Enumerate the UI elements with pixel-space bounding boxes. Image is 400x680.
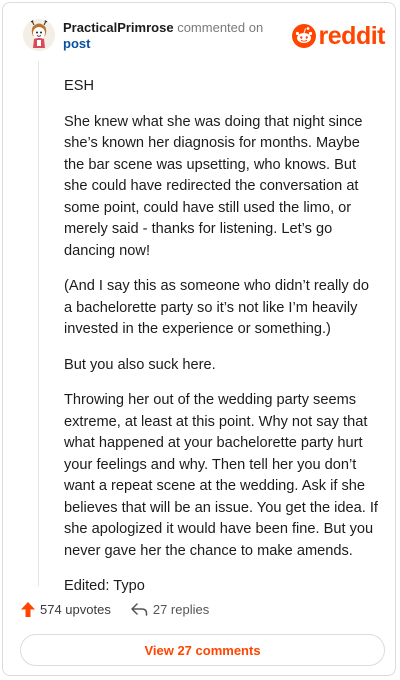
comment-paragraph: She knew what she was doing that night s… — [64, 113, 363, 259]
replies-button[interactable]: 27 replies — [131, 602, 209, 617]
comment-meta: PracticalPrimrose commented on post — [63, 20, 263, 52]
reddit-logo-icon — [291, 24, 316, 48]
username-link[interactable]: PracticalPrimrose — [63, 20, 174, 35]
reply-icon — [131, 603, 148, 616]
comment-paragraph: Throwing her out of the wedding party se… — [64, 392, 378, 559]
comment-actions: 574 upvotes 27 replies — [21, 599, 229, 619]
comment-paragraph: ESH — [64, 78, 95, 94]
comment-body: ESH She knew what she was doing that nig… — [64, 76, 379, 612]
commented-on-text: commented on — [177, 20, 264, 35]
reply-count: 27 replies — [152, 601, 210, 617]
upvote-count: 574 upvotes — [40, 601, 111, 617]
upvote-button[interactable]: 574 upvotes — [21, 601, 111, 617]
comment-paragraph: Edited: Typo — [64, 578, 145, 594]
view-comments-button[interactable]: View 27 comments — [20, 634, 385, 666]
post-link[interactable]: post — [63, 36, 263, 52]
comment-header: PracticalPrimrose commented on post redd… — [23, 19, 386, 53]
comment-card: PracticalPrimrose commented on post redd… — [2, 2, 396, 676]
thread-line[interactable] — [38, 61, 39, 586]
comment-paragraph: (And I say this as someone who didn’t re… — [64, 278, 370, 337]
upvote-arrow-icon — [21, 601, 35, 617]
avatar[interactable] — [23, 19, 55, 51]
reddit-logo[interactable]: reddit — [291, 22, 386, 50]
comment-paragraph: But you also suck here. — [64, 356, 216, 373]
reddit-wordmark: reddit — [318, 22, 386, 50]
